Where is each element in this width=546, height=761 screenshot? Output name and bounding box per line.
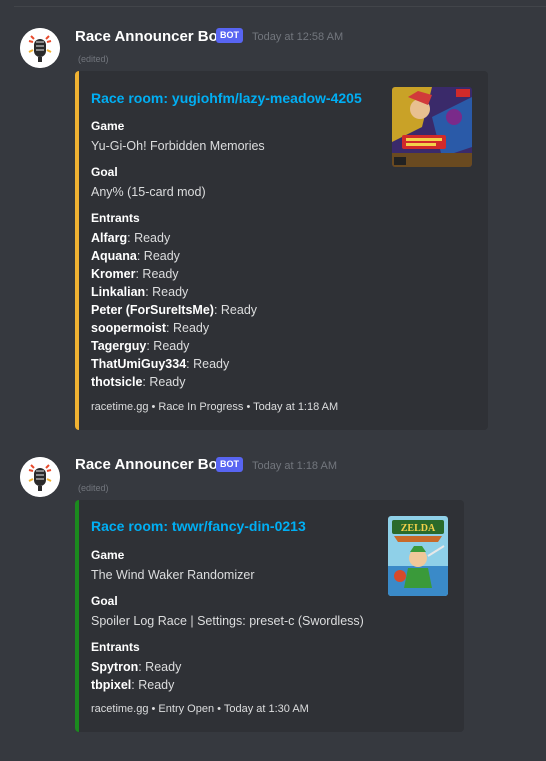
bot-tag: BOT <box>216 28 243 43</box>
game-field-value: Yu-Gi-Oh! Forbidden Memories <box>91 139 265 153</box>
bot-tag: BOT <box>216 457 243 472</box>
entrants-field-label: Entrants <box>91 640 140 654</box>
edited-label: (edited) <box>78 483 109 493</box>
zelda-wind-waker-cover: ZELDA <box>388 516 448 596</box>
goal-field-label: Goal <box>91 594 118 608</box>
bot-avatar[interactable] <box>20 28 60 68</box>
entrant-item: Alfarg: Ready <box>91 231 171 245</box>
race-embed: Race room: twwr/fancy-din-0213 Game The … <box>75 500 464 732</box>
message-timestamp[interactable]: Today at 12:58 AM <box>252 31 343 43</box>
game-thumbnail[interactable]: ZELDA <box>388 516 448 596</box>
message-timestamp[interactable]: Today at 1:18 AM <box>252 460 337 472</box>
game-thumbnail[interactable] <box>392 87 472 167</box>
top-divider <box>14 6 546 7</box>
announcer-microphone-icon <box>20 457 60 497</box>
entrant-item: Kromer: Ready <box>91 267 179 281</box>
goal-field-label: Goal <box>91 165 118 179</box>
entrant-item: Peter (ForSureItsMe): Ready <box>91 303 258 317</box>
entrant-item: soopermoist: Ready <box>91 321 210 335</box>
goal-field-value: Any% (15-card mod) <box>91 185 206 199</box>
embed-footer: racetime.gg • Entry Open • Today at 1:30… <box>91 703 309 715</box>
entrant-item: Linkalian: Ready <box>91 285 189 299</box>
race-room-link[interactable]: Race room: yugiohfm/lazy-meadow-4205 <box>91 90 362 106</box>
race-embed: Race room: yugiohfm/lazy-meadow-4205 Gam… <box>75 71 488 430</box>
bot-avatar[interactable] <box>20 457 60 497</box>
entrant-item: thotsicle: Ready <box>91 375 186 389</box>
game-field-label: Game <box>91 548 125 562</box>
entrant-item: ThatUmiGuy334: Ready <box>91 357 230 371</box>
embed-footer: racetime.gg • Race In Progress • Today a… <box>91 401 339 413</box>
yugioh-forbidden-memories-cover <box>392 87 472 167</box>
author-name[interactable]: Race Announcer Bot <box>75 28 223 45</box>
goal-field-value: Spoiler Log Race | Settings: preset-c (S… <box>91 614 364 628</box>
svg-text:ZELDA: ZELDA <box>401 523 436 534</box>
announcer-microphone-icon <box>20 28 60 68</box>
author-name[interactable]: Race Announcer Bot <box>75 456 223 473</box>
entrant-item: Aquana: Ready <box>91 249 180 263</box>
entrant-item: Spytron: Ready <box>91 660 182 674</box>
entrant-item: tbpixel: Ready <box>91 678 175 692</box>
edited-label: (edited) <box>78 54 109 64</box>
entrants-field-label: Entrants <box>91 211 140 225</box>
race-room-link[interactable]: Race room: twwr/fancy-din-0213 <box>91 518 306 534</box>
entrant-item: Tagerguy: Ready <box>91 339 190 353</box>
game-field-value: The Wind Waker Randomizer <box>91 568 255 582</box>
game-field-label: Game <box>91 119 125 133</box>
